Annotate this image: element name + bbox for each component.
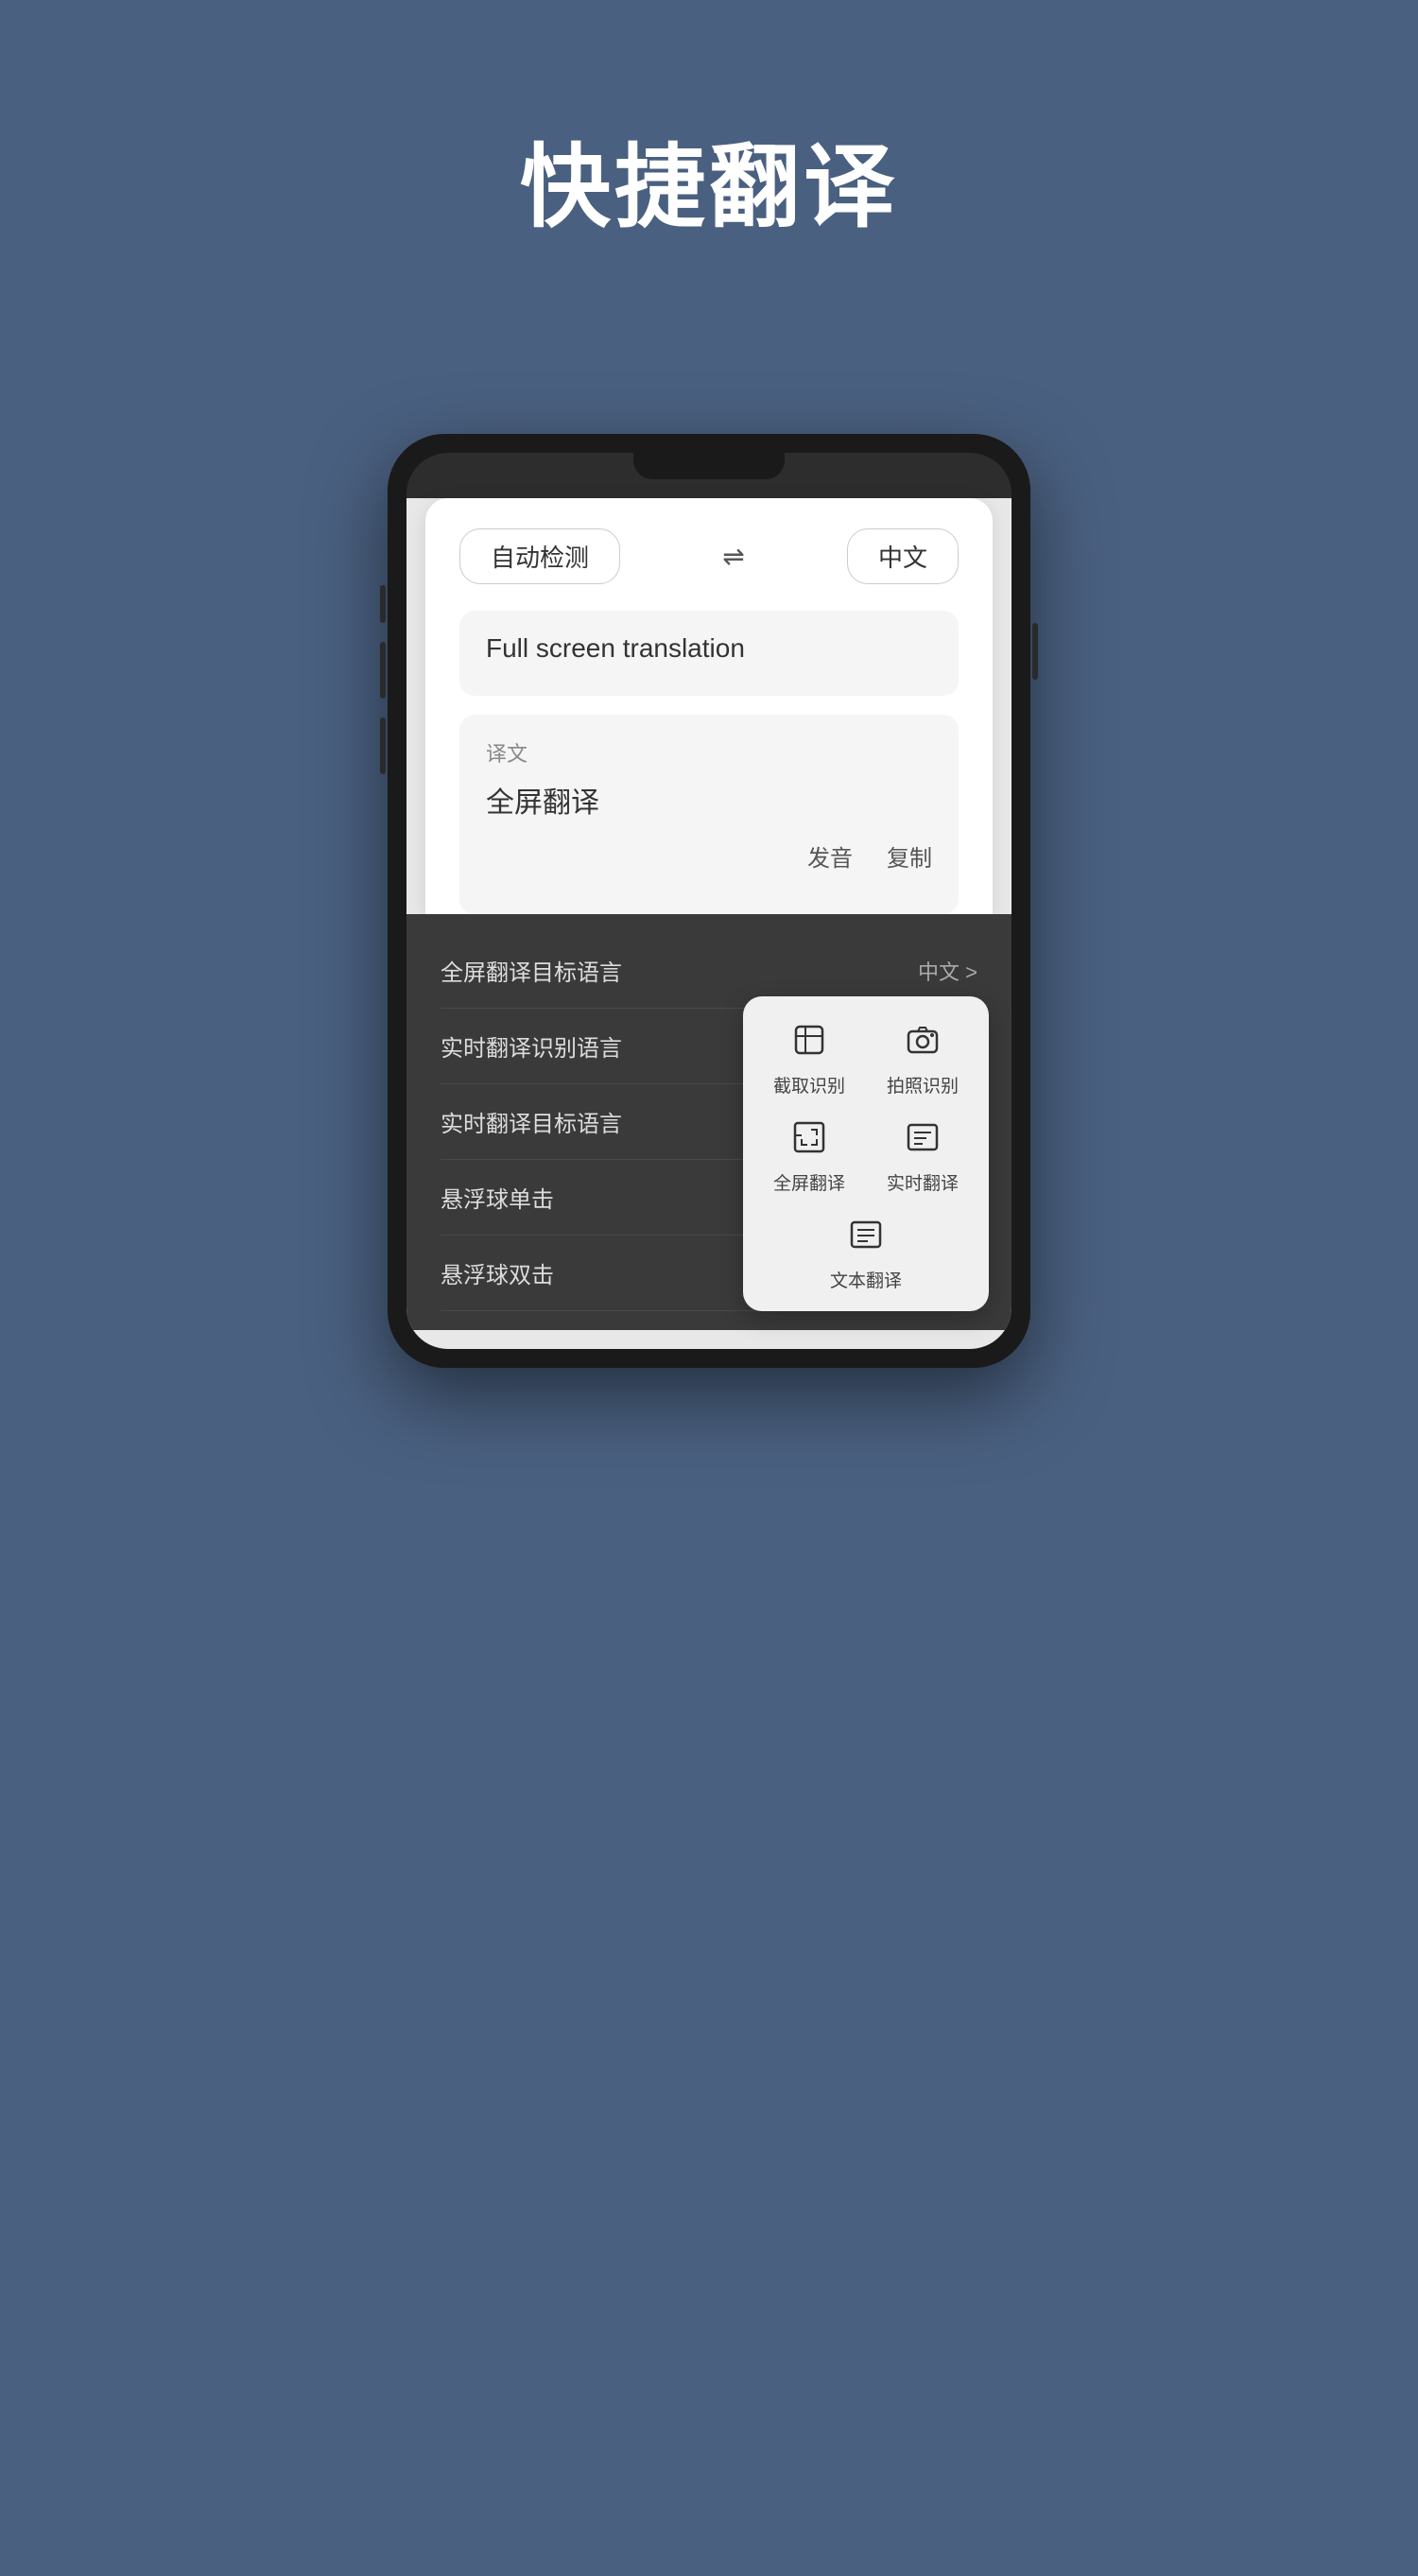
volume-down-button [380, 717, 386, 774]
fullscreen-label: 全屏翻译 [773, 1169, 845, 1195]
phone-screen: 自动检测 ⇌ 中文 Full screen translation 译文 全屏翻… [406, 453, 1012, 1349]
realtime-label: 实时翻译 [887, 1169, 959, 1195]
text-translate-label: 文本翻译 [830, 1267, 902, 1292]
realtime-icon [898, 1113, 947, 1162]
menu-item-camera[interactable]: 拍照识别 [875, 1015, 970, 1098]
menu-item-capture[interactable]: 截取识别 [762, 1015, 856, 1098]
copy-button[interactable]: 复制 [887, 839, 932, 873]
translation-card: 自动检测 ⇌ 中文 Full screen translation 译文 全屏翻… [425, 498, 993, 914]
settings-label-2: 实时翻译目标语言 [441, 1105, 622, 1138]
pronounce-button[interactable]: 发音 [807, 839, 853, 873]
swap-languages-icon[interactable]: ⇌ [722, 541, 744, 572]
result-actions: 发音 复制 [486, 821, 932, 891]
power-button [1032, 623, 1038, 680]
floating-action-menu: 截取识别 拍照识别 [743, 996, 989, 1311]
settings-label-0: 全屏翻译目标语言 [441, 954, 622, 987]
settings-label-4: 悬浮球双击 [441, 1256, 554, 1289]
translation-result-area: 译文 全屏翻译 发音 复制 [459, 715, 959, 914]
menu-item-text[interactable]: 文本翻译 [830, 1210, 902, 1292]
phone-wrapper: 自动检测 ⇌ 中文 Full screen translation 译文 全屏翻… [388, 434, 1030, 1368]
phone-notch [633, 453, 785, 479]
fullscreen-icon [785, 1113, 834, 1162]
volume-mute-button [380, 585, 386, 623]
camera-icon [898, 1015, 947, 1064]
page-title: 快捷翻译 [520, 113, 898, 245]
settings-area: 全屏翻译目标语言 中文 > 实时翻译识别语言 实时翻译目标语言 悬浮球单击 功能… [406, 914, 1012, 1330]
result-label: 译文 [486, 737, 932, 768]
menu-item-realtime[interactable]: 实时翻译 [875, 1113, 970, 1195]
phone-frame: 自动检测 ⇌ 中文 Full screen translation 译文 全屏翻… [388, 434, 1030, 1368]
screen-content: 自动检测 ⇌ 中文 Full screen translation 译文 全屏翻… [406, 498, 1012, 1349]
result-text: 全屏翻译 [486, 779, 932, 821]
menu-item-fullscreen[interactable]: 全屏翻译 [762, 1113, 856, 1195]
capture-icon [785, 1015, 834, 1064]
lang-selector-row: 自动检测 ⇌ 中文 [459, 528, 959, 584]
capture-label: 截取识别 [773, 1072, 845, 1098]
settings-label-1: 实时翻译识别语言 [441, 1029, 622, 1063]
settings-label-3: 悬浮球单击 [441, 1181, 554, 1214]
text-translate-icon [841, 1210, 891, 1259]
source-lang-button[interactable]: 自动检测 [459, 528, 620, 584]
volume-up-button [380, 642, 386, 699]
settings-value-0: 中文 > [918, 956, 977, 986]
target-lang-button[interactable]: 中文 [847, 528, 959, 584]
camera-label: 拍照识别 [887, 1072, 959, 1098]
source-text-input[interactable]: Full screen translation [459, 611, 959, 696]
